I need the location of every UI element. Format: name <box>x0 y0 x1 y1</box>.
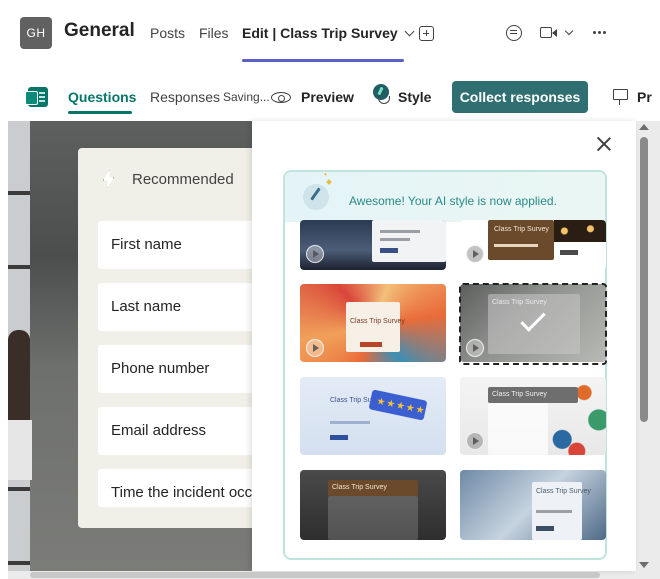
theme-frost-title: Class Trip Survey <box>536 488 591 495</box>
tab-questions[interactable]: Questions <box>68 89 136 105</box>
chevron-down-icon[interactable] <box>404 26 415 37</box>
play-icon[interactable] <box>466 432 484 450</box>
chat-icon[interactable] <box>506 25 522 41</box>
theme-stars-accent <box>330 435 348 440</box>
field-last-name[interactable]: Last name <box>98 283 258 331</box>
field-email-address[interactable]: Email address <box>98 407 258 455</box>
theme-concert-bar <box>380 238 410 241</box>
theme-sunburst-accent <box>360 342 382 347</box>
theme-concert-bar <box>380 230 420 233</box>
present-button[interactable]: Pr <box>637 89 652 105</box>
tab-edit-survey[interactable]: Edit | Class Trip Survey <box>242 25 415 41</box>
theme-spotlight-title: Class Trip Survey <box>332 484 387 491</box>
play-icon[interactable] <box>306 245 324 263</box>
tab-posts[interactable]: Posts <box>150 25 185 41</box>
theme-frost-accent <box>536 526 554 531</box>
horizontal-scrollbar[interactable] <box>30 572 600 578</box>
background-person-shirt <box>8 420 32 480</box>
theme-lights[interactable]: Class Trip Survey <box>460 220 606 270</box>
close-icon[interactable] <box>596 136 612 152</box>
team-avatar[interactable]: GH <box>20 17 52 49</box>
theme-lights-image <box>554 220 606 242</box>
theme-concert-card <box>372 220 446 262</box>
theme-concert-accent <box>380 248 398 253</box>
vertical-scrollbar[interactable] <box>640 137 648 422</box>
field-phone-number[interactable]: Phone number <box>98 345 258 393</box>
theme-spotlight-body <box>328 496 418 540</box>
theme-bubbles-body <box>488 403 548 455</box>
more-options-icon[interactable] <box>593 31 596 34</box>
video-call-icon[interactable] <box>540 27 557 38</box>
ai-status-message: Awesome! Your AI style is now applied. <box>349 194 557 208</box>
theme-lights-title: Class Trip Survey <box>494 226 549 233</box>
tab-edit-survey-label: Edit | Class Trip Survey <box>242 25 398 41</box>
background-person <box>8 330 30 420</box>
collect-responses-button[interactable]: Collect responses <box>452 81 588 113</box>
theme-sunburst-title: Class Trip Survey <box>350 318 405 325</box>
theme-stars-bar <box>330 421 370 424</box>
tab-files[interactable]: Files <box>199 25 229 41</box>
preview-eye-icon[interactable] <box>271 92 291 103</box>
theme-bubbles-title: Class Trip Survey <box>492 391 547 398</box>
tab-responses[interactable]: Responses <box>150 89 220 105</box>
channel-title: General <box>64 20 135 41</box>
present-icon[interactable] <box>613 89 628 105</box>
preview-button[interactable]: Preview <box>301 89 354 105</box>
field-incident-time[interactable]: Time the incident occurred <box>98 469 258 507</box>
active-tab-indicator <box>242 59 404 62</box>
recommended-label: Recommended <box>132 171 234 188</box>
add-tab-icon[interactable] <box>419 26 434 41</box>
style-button[interactable]: Style <box>398 89 431 105</box>
theme-frost[interactable]: Class Trip Survey <box>460 470 606 540</box>
theme-stars[interactable]: Class Trip Survey ★★★★★ <box>300 377 446 455</box>
scroll-down-arrow-icon[interactable] <box>639 562 649 568</box>
forms-logo-icon <box>25 87 48 107</box>
ai-wand-icon <box>303 184 329 210</box>
field-first-name[interactable]: First name <box>98 221 258 269</box>
questions-tab-indicator <box>68 111 132 114</box>
theme-concert[interactable] <box>300 220 446 270</box>
play-icon[interactable] <box>306 339 324 357</box>
theme-bubbles[interactable]: Class Trip Survey <box>460 377 606 455</box>
theme-frost-bar <box>536 510 572 513</box>
scroll-up-arrow-icon[interactable] <box>639 124 649 130</box>
saving-status: Saving... <box>223 90 270 104</box>
theme-sunburst[interactable]: Class Trip Survey <box>300 284 446 362</box>
theme-lights-accent <box>560 250 578 255</box>
theme-lights-bar <box>494 244 538 247</box>
theme-spotlight[interactable]: Class Trip Survey <box>300 470 446 540</box>
play-icon[interactable] <box>466 245 484 263</box>
